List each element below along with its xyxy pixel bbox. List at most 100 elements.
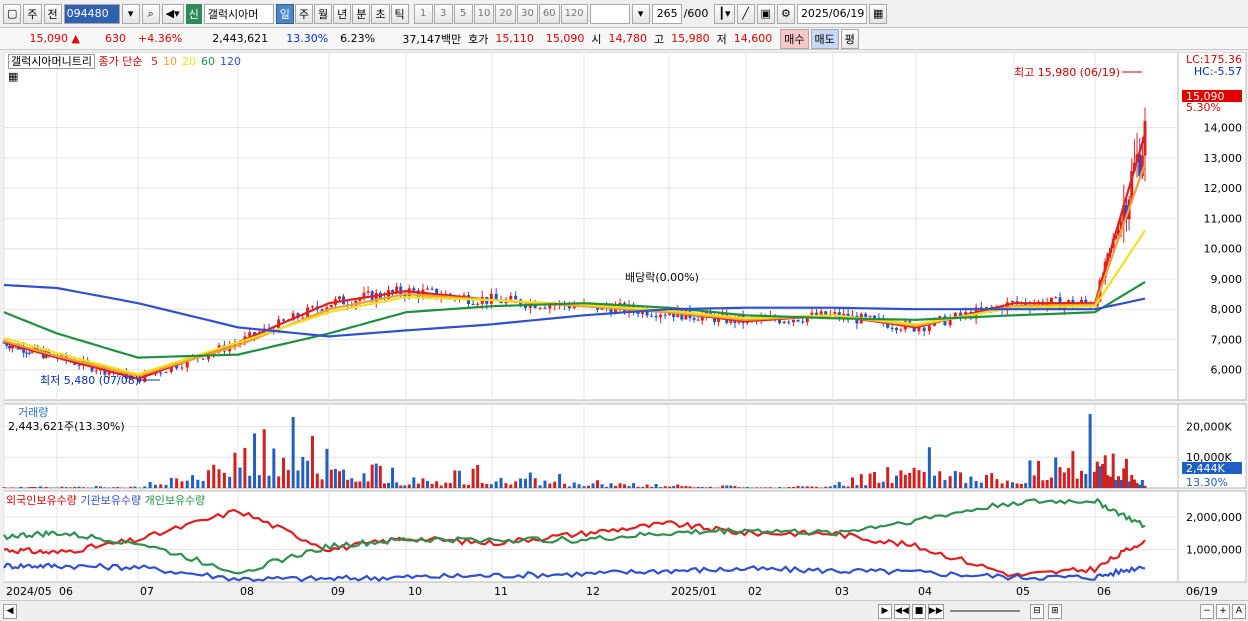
zoom-out-icon[interactable]: ⊟ [1030,604,1044,619]
volume-bar [499,477,503,488]
current-price: 15,090 [29,32,69,45]
period-tab-3[interactable]: 년 [333,3,352,24]
candle-body [895,328,899,331]
gear-icon[interactable]: ⚙ [776,3,795,24]
volume-bar [494,481,498,488]
volume-bar [953,471,957,488]
period-tab-6[interactable]: 틱 [390,3,409,24]
stock-code-input[interactable]: 094480 [63,3,120,24]
volume-bar [378,465,382,488]
sound-icon[interactable]: ◀▾ [161,3,184,24]
prev-button[interactable]: 전 [43,3,62,24]
volume-bar [399,485,403,488]
stop-icon[interactable]: ■ [912,604,926,619]
volume-bar [969,476,973,488]
candle-body [1054,297,1058,299]
volume-bar [514,481,518,488]
volume-bar [73,486,77,488]
interval-10[interactable]: 10 [473,3,495,24]
volume-bar [837,481,841,488]
candle-body [548,305,552,309]
ask-label: 호가 [468,32,489,46]
buy-button[interactable]: 매수 [780,28,809,49]
scrollbar[interactable]: ◀ ▶ ◀◀ ■ ▶▶ ⊟ ⊞ − + A [0,600,1248,621]
volume-bar [310,436,314,488]
period-tab-2[interactable]: 월 [314,3,333,24]
volume-bar [430,483,434,488]
volume-bar [725,485,729,488]
interval-3[interactable]: 3 [433,3,453,24]
interval-dropdown-icon[interactable]: ▾ [631,3,650,24]
volume-bar [908,472,912,488]
volume: 2,443,621 [212,32,269,45]
interval-5[interactable]: 5 [453,3,473,24]
interval-1[interactable]: 1 [413,3,433,24]
period-tab-5[interactable]: 초 [371,3,390,24]
volume-bar [416,483,420,488]
candle-body [692,317,696,320]
save-icon[interactable]: ▣ [756,3,775,24]
toolbar: ▢ 주 전 094480 ▾ ⌕ ◀▾ 신 갤럭시아머 일주월년분초틱 1351… [0,0,1248,28]
volume-bar [1098,466,1102,488]
interval-custom-field[interactable] [589,3,630,24]
candle-body [329,304,333,308]
ytick-7: 7,000 [1211,333,1243,346]
plus-icon[interactable]: + [1216,604,1230,619]
volume-bar [169,477,173,488]
volume-bar [350,478,354,488]
grid-icon[interactable]: ▦ [8,70,18,83]
interval-120[interactable]: 120 [560,3,588,24]
volume-bar [572,482,576,488]
scroll-start-icon[interactable]: ◀◀ [894,604,910,619]
candle-type-icon[interactable]: ┃▾ [714,3,735,24]
chart-canvas[interactable]: 2024/05 06 07 08 09 10 11 12 2025/01 02 03 04 05 06 06… [0,52,1248,600]
code-dropdown-icon[interactable]: ▾ [121,3,140,24]
volume-bar [741,487,745,488]
volume-bar [64,487,68,488]
sell-button[interactable]: 매도 [810,28,839,49]
volume-bar [964,483,968,488]
date-input[interactable]: 2025/06/19 [796,3,867,24]
interval-30[interactable]: 30 [517,3,538,24]
volume-bar [129,486,133,488]
interval-20[interactable]: 20 [495,3,517,24]
minus-icon[interactable]: − [1200,604,1214,619]
volume-bar [846,486,850,488]
interval-60[interactable]: 60 [538,3,560,24]
volume-bar [543,480,547,488]
period-tab-1[interactable]: 주 [294,3,314,24]
candle-body [391,290,395,293]
xtick-8: 2025/01 [671,585,717,598]
scroll-left-icon[interactable]: ◀ [3,604,17,619]
volume-bar [338,471,341,488]
stock-name-field[interactable]: 갤럭시아머 [203,3,274,24]
play-icon[interactable]: ▶▶ [928,604,944,619]
period-tab-0[interactable]: 일 [275,3,294,24]
search-icon[interactable]: ⌕ [141,3,160,24]
xtick-11: 04 [918,585,932,598]
layout-icon[interactable]: ▢ [3,3,22,24]
scroll-right-icon[interactable]: ▶ [878,604,892,619]
market-select[interactable]: 주 [23,3,42,24]
zoom-in-icon[interactable]: ⊞ [1048,604,1062,619]
period-tab-4[interactable]: 분 [352,3,371,24]
text-icon[interactable]: A [1232,604,1246,619]
eval-button[interactable]: 평 [840,28,859,49]
volume-bar [180,481,184,488]
volume-bar [476,464,480,488]
volume-bar [69,487,72,488]
volume-bar [374,463,378,488]
count-input[interactable]: 265 [651,3,682,24]
volume-bar [439,485,443,488]
candle-body [899,329,903,331]
vol-last-label: 2,444K [1186,462,1225,475]
volume-bar [467,484,471,488]
calendar-icon[interactable]: ▦ [868,3,888,24]
volume-bar [1095,461,1099,488]
volume-bar [650,486,654,488]
volume-bar [296,470,300,488]
zoom-slider[interactable] [950,610,1020,612]
hc-label: HC:-5.57 [1193,65,1242,78]
volume-bar [519,478,523,488]
draw-tool-icon[interactable]: ╱ [736,3,755,24]
